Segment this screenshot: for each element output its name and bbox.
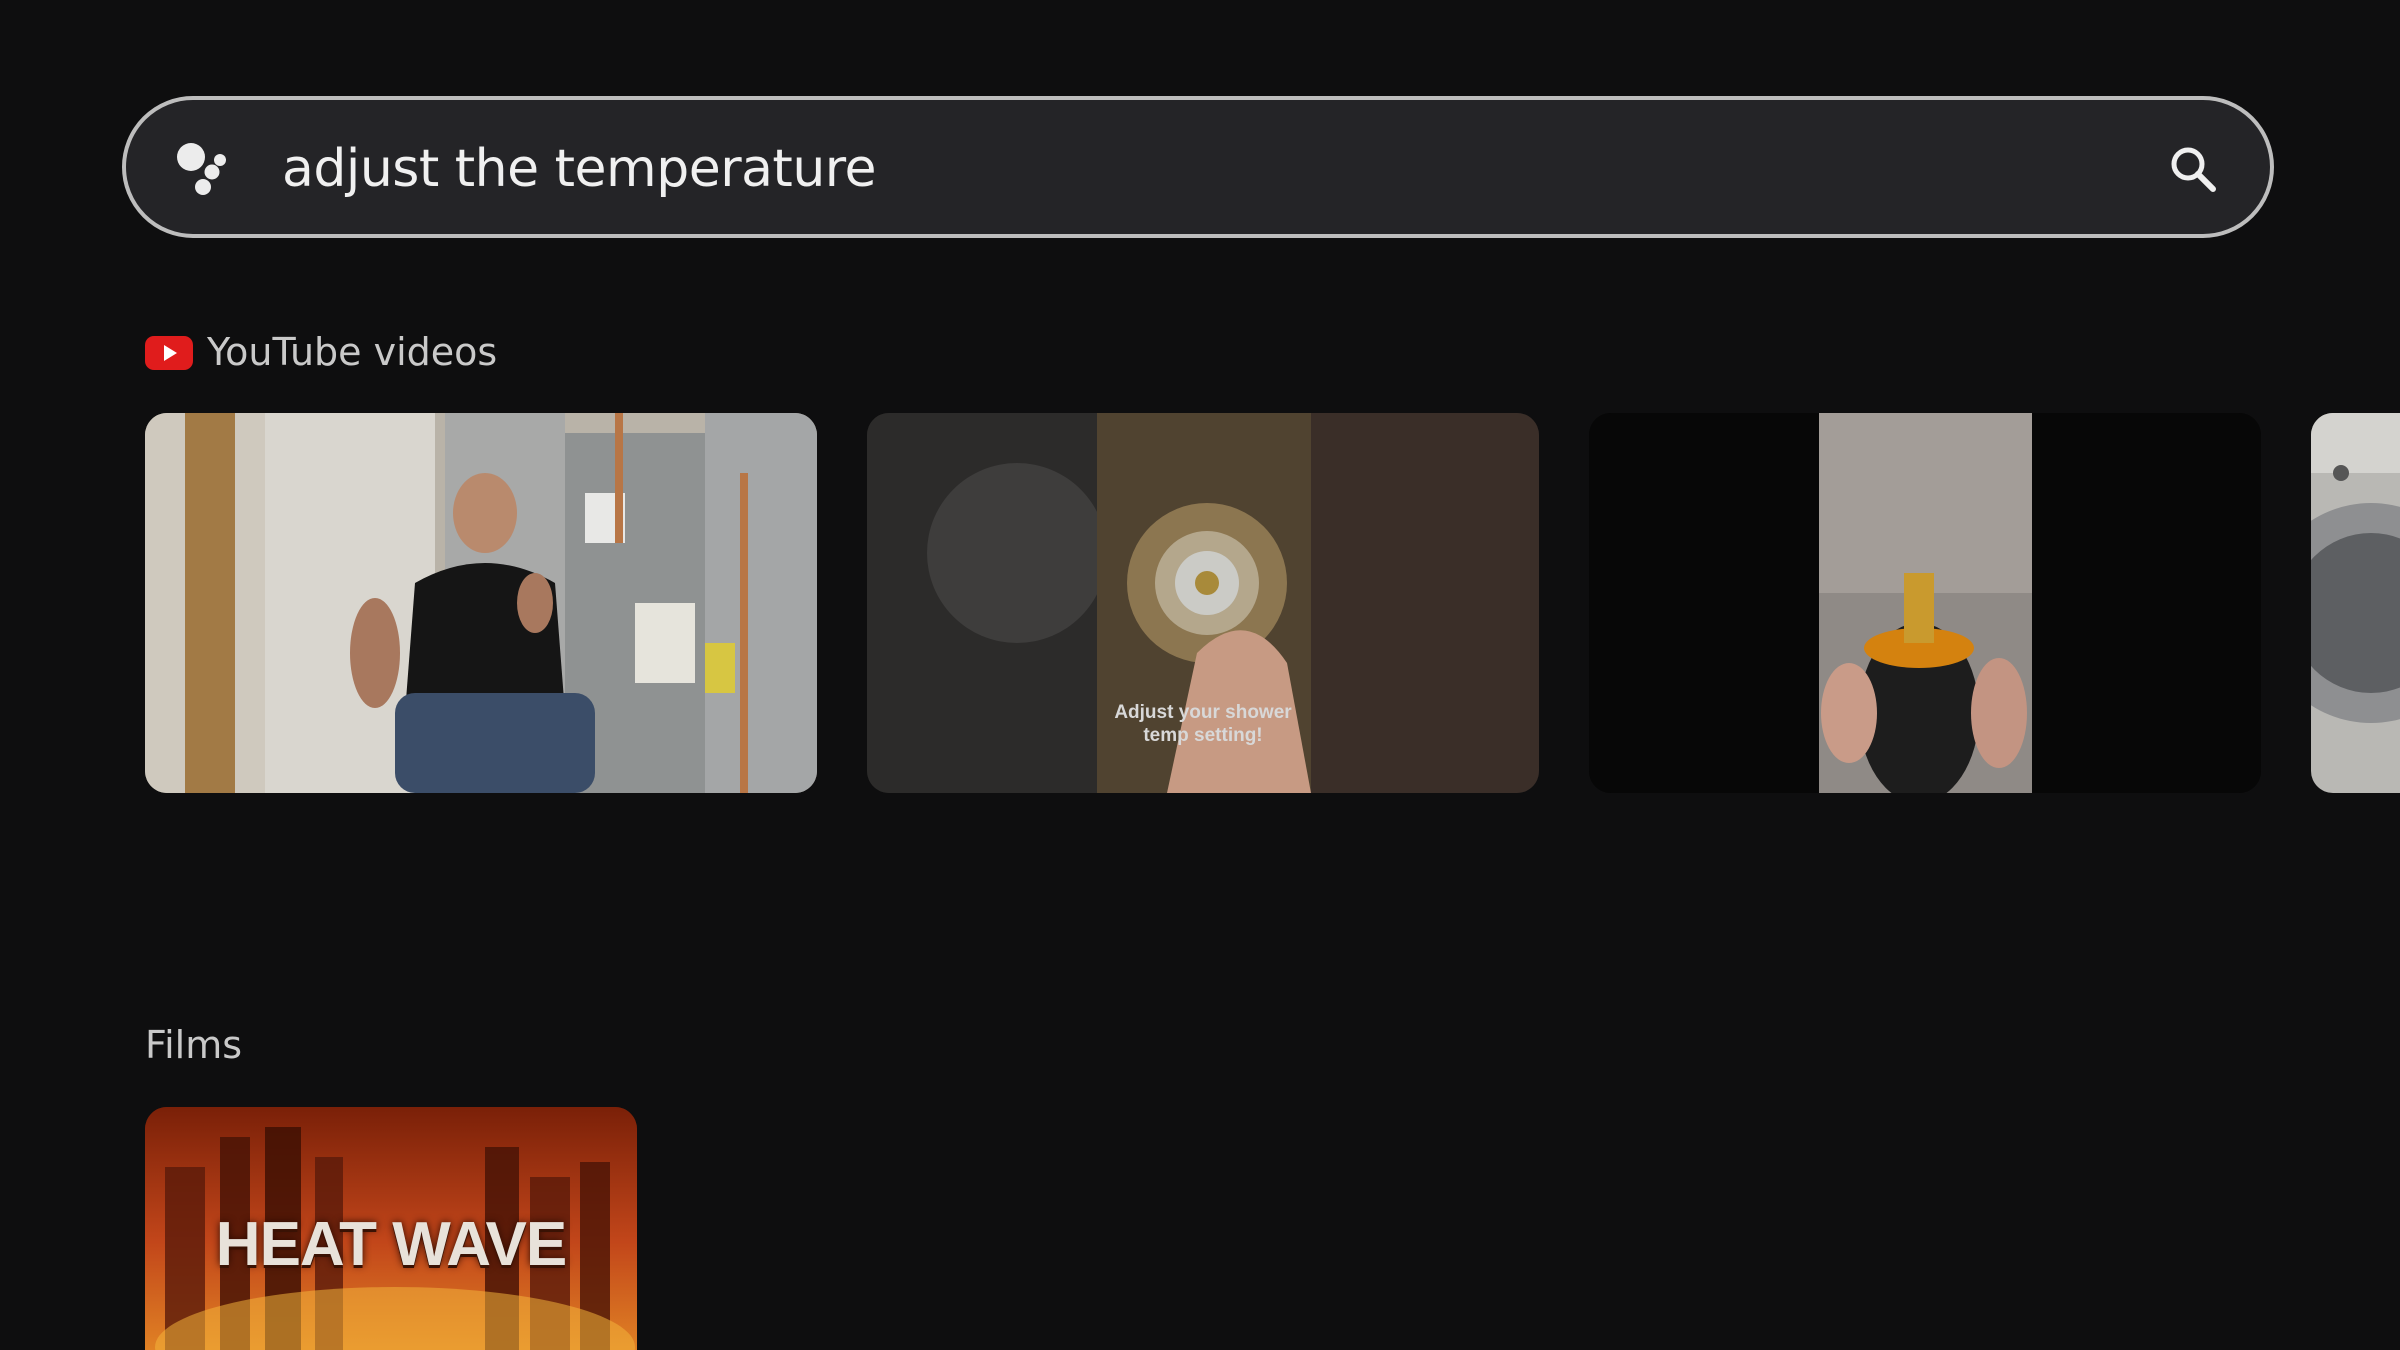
youtube-logo-icon [145, 336, 193, 370]
video-overlay-caption: Adjust your shower temp setting! [1114, 702, 1292, 746]
video-thumbnail [2311, 413, 2400, 793]
video-card[interactable] [2311, 413, 2400, 793]
search-results-page: adjust the temperature YouTube videos Ad… [0, 0, 2400, 1350]
search-icon[interactable] [2168, 144, 2218, 194]
films-section-title: Films [145, 1023, 243, 1067]
video-thumbnail [145, 413, 817, 793]
film-card[interactable]: HEAT WAVE [145, 1107, 637, 1350]
film-title: HEAT WAVE [215, 1210, 567, 1279]
video-thumbnail [1589, 413, 2261, 793]
video-card[interactable] [1589, 413, 2261, 793]
youtube-section-title: YouTube videos [207, 330, 498, 374]
video-card[interactable]: Adjust your shower temp setting! [867, 413, 1539, 793]
search-query-text[interactable]: adjust the temperature [282, 137, 877, 201]
search-bar[interactable]: adjust the temperature [122, 96, 2274, 238]
google-assistant-icon[interactable] [176, 142, 236, 196]
video-card[interactable] [145, 413, 817, 793]
